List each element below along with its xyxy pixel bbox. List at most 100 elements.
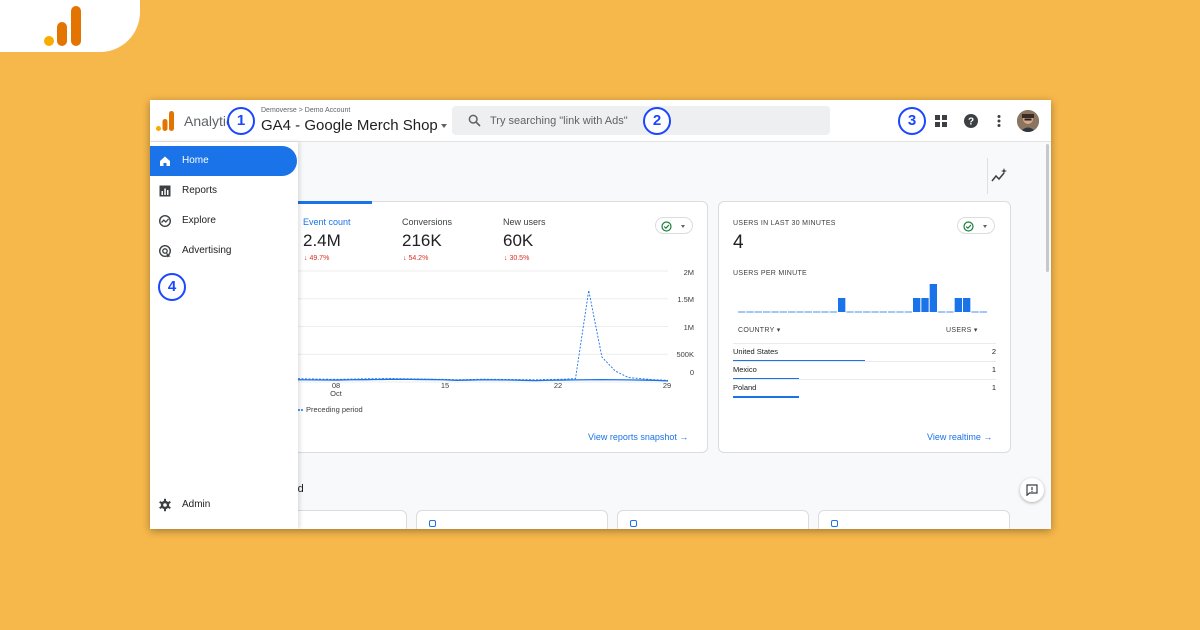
users-header-label: USERS — [946, 327, 972, 334]
arrow-right-icon: → — [679, 432, 689, 442]
x-tick-label: 15 — [440, 381, 450, 390]
link-label: View reports snapshot — [588, 432, 677, 442]
bar-chart-icon — [159, 185, 171, 197]
legend-preceding-period: Preceding period — [306, 405, 363, 414]
sidebar-item-label: Explore — [182, 215, 216, 226]
check-circle-icon — [661, 221, 672, 232]
y-tick-label: 500K — [676, 350, 694, 359]
more-vert-icon[interactable] — [990, 112, 1008, 130]
users-cell: 1 — [991, 383, 996, 392]
y-tick-label: 1.5M — [677, 295, 694, 304]
realtime-comparison-selector[interactable] — [957, 217, 995, 234]
divider — [987, 158, 988, 194]
minute-bar[interactable] — [913, 298, 921, 312]
arrow-right-icon: → — [983, 432, 993, 442]
callout-3: 3 — [898, 107, 926, 135]
comparison-selector[interactable] — [655, 217, 693, 234]
minute-bar[interactable] — [921, 298, 929, 312]
sidebar-item-label: Admin — [182, 499, 211, 510]
x-tick-label: 22 — [553, 381, 563, 390]
preceding-period-line — [298, 290, 669, 381]
sidebar-item-home[interactable]: Home — [150, 146, 297, 176]
users-per-minute-bar-chart — [738, 284, 987, 313]
y-tick-label: 0 — [689, 368, 694, 377]
apps-grid-icon[interactable] — [932, 112, 950, 130]
callout-2: 2 — [643, 107, 671, 135]
breadcrumb[interactable]: Demoverse > Demo Account — [261, 107, 350, 114]
scrollbar[interactable] — [1046, 144, 1049, 272]
country-cell: Mexico — [733, 365, 757, 374]
advertising-icon — [158, 244, 172, 258]
table-row[interactable]: Poland 1 — [733, 379, 996, 398]
sidebar: Home Reports Explore Advertising Admin — [150, 142, 298, 529]
analytics-window: Analytics Demoverse > Demo Account GA4 -… — [150, 100, 1051, 529]
recent-card[interactable] — [818, 510, 1010, 529]
realtime-users-value: 4 — [733, 232, 744, 253]
metric-value-new-users: 60K — [503, 231, 534, 250]
metric-value-event-count: 2.4M — [303, 231, 341, 250]
callout-1: 1 — [227, 107, 255, 135]
country-header-label: COUNTRY — [738, 327, 775, 334]
view-realtime-link[interactable]: View realtime → — [927, 432, 992, 442]
minute-bar[interactable] — [838, 298, 846, 312]
metric-change-conversions: ↓ 54.2% — [403, 255, 429, 262]
help-icon[interactable]: ? — [962, 112, 980, 130]
table-row[interactable]: Mexico 1 — [733, 361, 996, 380]
current-period-line — [298, 378, 669, 382]
x-tick-label: 29 — [662, 381, 672, 390]
recent-card[interactable] — [617, 510, 809, 529]
search-bar[interactable] — [452, 106, 830, 135]
minute-bar[interactable] — [929, 284, 937, 312]
chevron-down-icon — [681, 225, 685, 228]
avatar[interactable] — [1017, 110, 1039, 132]
user-photo-icon — [1017, 110, 1039, 132]
gear-icon — [159, 498, 171, 512]
insights-icon[interactable] — [989, 166, 1009, 186]
app-title: Analytics — [184, 113, 228, 129]
sidebar-item-admin[interactable]: Admin — [150, 490, 297, 520]
legend-swatch — [298, 409, 304, 411]
metric-change-event-count: ↓ 49.7% — [304, 255, 330, 262]
callout-4: 4 — [158, 273, 186, 301]
users-cell: 2 — [991, 347, 996, 356]
feedback-icon — [1026, 484, 1038, 496]
x-tick-label: Oct — [330, 389, 342, 398]
explore-icon — [158, 214, 172, 228]
home-icon — [160, 156, 170, 166]
country-cell: United States — [733, 347, 779, 356]
sidebar-item-explore[interactable]: Explore — [150, 206, 297, 236]
users-cell: 1 — [991, 365, 996, 374]
feedback-button[interactable] — [1020, 478, 1044, 502]
sidebar-item-label: Advertising — [182, 245, 232, 256]
report-icon — [831, 520, 838, 527]
y-tick-label: 1M — [683, 323, 694, 332]
property-name: GA4 - Google Merch Shop — [261, 117, 438, 134]
metric-value-conversions: 216K — [402, 231, 442, 250]
metric-label-conversions[interactable]: Conversions — [402, 217, 452, 227]
metric-change-new-users: ↓ 30.5% — [504, 255, 530, 262]
sidebar-item-label: Home — [182, 155, 209, 166]
realtime-heading: USERS IN LAST 30 MINUTES — [733, 220, 836, 227]
corner-badge — [0, 0, 140, 52]
users-per-minute-label: USERS PER MINUTE — [733, 270, 808, 277]
chevron-down-icon — [983, 225, 987, 228]
table-row[interactable]: United States 2 — [733, 343, 996, 362]
recent-card[interactable] — [416, 510, 608, 529]
sidebar-item-label: Reports — [182, 185, 218, 196]
report-icon — [630, 520, 637, 527]
ga-logo-icon — [156, 111, 174, 131]
minute-bar[interactable] — [954, 298, 962, 312]
minute-bar[interactable] — [963, 298, 971, 312]
search-icon — [468, 114, 481, 127]
view-reports-snapshot-link[interactable]: View reports snapshot → — [588, 432, 688, 442]
svg-text:?: ? — [968, 117, 974, 128]
sidebar-item-reports[interactable]: Reports — [150, 176, 297, 206]
tab-indicator — [298, 201, 372, 204]
metric-label-new-users[interactable]: New users — [503, 217, 546, 227]
users-column-header[interactable]: USERS ▾ — [946, 326, 978, 334]
country-column-header[interactable]: COUNTRY ▾ — [738, 326, 781, 334]
metric-label-event-count[interactable]: Event count — [303, 217, 351, 227]
y-tick-label: 2M — [683, 268, 694, 277]
property-selector[interactable]: GA4 - Google Merch Shop — [261, 117, 447, 134]
sidebar-item-advertising[interactable]: Advertising — [150, 236, 297, 266]
